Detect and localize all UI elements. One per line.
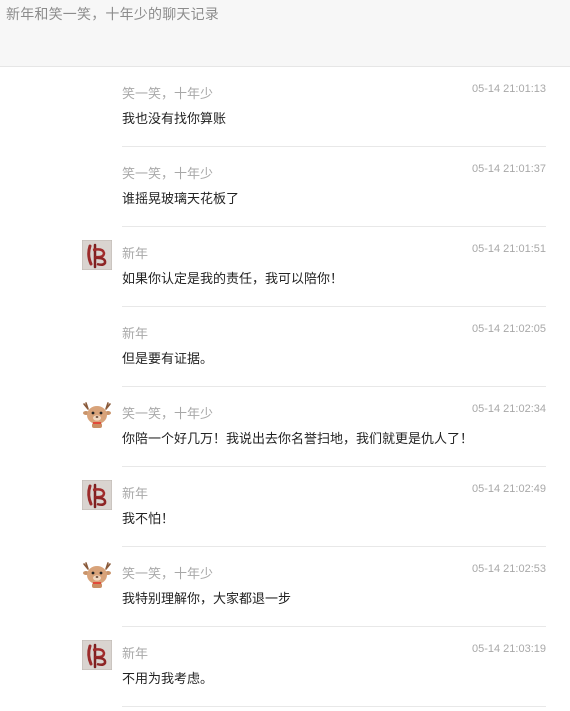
sender-name: 新年 (122, 247, 149, 262)
message-text: 但是要有证据。 (122, 352, 214, 367)
cartoon-deer-avatar[interactable] (82, 560, 112, 590)
message-item: 新年 05-14 21:03:19 不用为我考虑。 (0, 627, 570, 707)
sender-name: 笑一笑，十年少 (122, 407, 214, 422)
message-text: 我也没有找你算账 (122, 112, 227, 127)
message-item: 笑一笑，十年少 05-14 21:02:34 你陪一个好几万！我说出去你名誉扫地… (0, 387, 570, 467)
message-text: 我不怕！ (122, 512, 175, 527)
message-time: 05-14 21:02:49 (471, 483, 546, 495)
message-time: 05-14 21:03:19 (471, 643, 546, 655)
page-title: 新年和笑一笑，十年少的聊天记录 (6, 7, 219, 23)
message-divider (122, 706, 546, 707)
cartoon-deer-avatar[interactable] (82, 400, 112, 430)
message-item: 新年 05-14 21:02:05 但是要有证据。 (0, 307, 570, 387)
message-item: 笑一笑，十年少 05-14 21:01:37 谁摇晃玻璃天花板了 (0, 147, 570, 227)
message-time: 05-14 21:02:53 (471, 563, 546, 575)
sender-name: 新年 (122, 487, 149, 502)
sender-name: 笑一笑，十年少 (122, 567, 214, 582)
calligraphy-avatar[interactable] (82, 480, 112, 510)
message-time: 05-14 21:01:37 (471, 163, 546, 175)
calligraphy-avatar[interactable] (82, 240, 112, 270)
message-list: 笑一笑，十年少 05-14 21:01:13 我也没有找你算账 笑一笑，十年少 … (0, 67, 570, 707)
message-text: 我特别理解你，大家都退一步 (122, 592, 292, 607)
message-text: 你陪一个好几万！我说出去你名誉扫地，我们就更是仇人了！ (122, 432, 474, 447)
message-text: 如果你认定是我的责任，我可以陪你！ (122, 272, 344, 287)
message-item: 笑一笑，十年少 05-14 21:02:53 我特别理解你，大家都退一步 (0, 547, 570, 627)
message-time: 05-14 21:02:34 (471, 403, 546, 415)
sender-name: 新年 (122, 327, 149, 342)
message-time: 05-14 21:02:05 (471, 323, 546, 335)
sender-name: 笑一笑，十年少 (122, 87, 214, 102)
sender-name: 笑一笑，十年少 (122, 167, 214, 182)
message-time: 05-14 21:01:13 (471, 83, 546, 95)
chat-history-header: 新年和笑一笑，十年少的聊天记录 (0, 0, 570, 67)
message-item: 新年 05-14 21:02:49 我不怕！ (0, 467, 570, 547)
message-text: 谁摇晃玻璃天花板了 (122, 192, 240, 207)
message-text: 不用为我考虑。 (122, 672, 214, 687)
message-item: 新年 05-14 21:01:51 如果你认定是我的责任，我可以陪你！ (0, 227, 570, 307)
calligraphy-avatar[interactable] (82, 640, 112, 670)
message-item: 笑一笑，十年少 05-14 21:01:13 我也没有找你算账 (0, 67, 570, 147)
sender-name: 新年 (122, 647, 149, 662)
message-time: 05-14 21:01:51 (471, 243, 546, 255)
